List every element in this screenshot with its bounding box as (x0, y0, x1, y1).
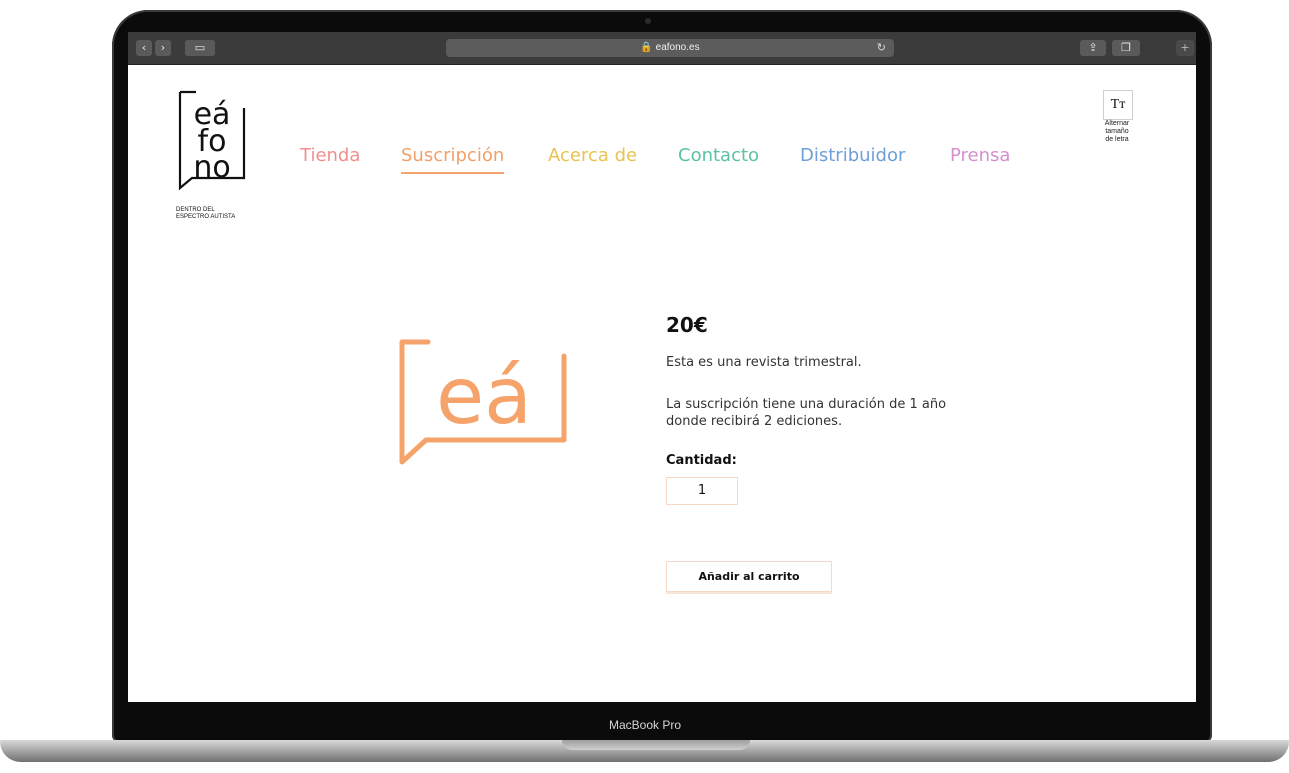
share-icon[interactable]: ⇪ (1080, 40, 1106, 56)
font-size-toggle-button[interactable]: Tт (1103, 90, 1133, 120)
url-text: 🔒 eafono.es (640, 42, 700, 53)
quantity-label: Cantidad: (666, 453, 737, 468)
svg-text:no: no (193, 150, 230, 185)
product-logo-text: eá (436, 352, 532, 442)
product-image: eá (399, 339, 567, 465)
font-size-toggle-label: Alternar tamaño de letra (1104, 120, 1130, 143)
chevron-right-icon[interactable]: › (155, 40, 171, 56)
plus-icon[interactable]: + (1176, 40, 1194, 56)
address-bar[interactable]: 🔒 eafono.es ↻ (446, 39, 894, 57)
product-description-2: La suscripción tiene una duración de 1 a… (666, 397, 947, 429)
add-to-cart-button[interactable]: Añadir al carrito (666, 561, 832, 592)
nav-suscripcion[interactable]: Suscripción (401, 145, 505, 174)
logo-tagline: DENTRO DEL ESPECTRO AUTISTA (176, 207, 236, 220)
product-description-1: Esta es una revista trimestral. (666, 355, 862, 370)
quantity-input[interactable]: 1 (666, 477, 738, 505)
site-logo[interactable]: eá fo no (176, 88, 248, 198)
product-price: 20€ (666, 313, 708, 337)
nav-contacto[interactable]: Contacto (678, 145, 759, 166)
browser-toolbar: ‹ › ▭ 🔒 eafono.es ↻ ⇪ ❐ + (128, 32, 1196, 65)
device-brand-label: MacBook Pro (608, 718, 682, 732)
reload-icon[interactable]: ↻ (877, 39, 886, 57)
chevron-left-icon[interactable]: ‹ (136, 40, 152, 56)
tabs-icon[interactable]: ❐ (1112, 40, 1140, 56)
laptop-notch (562, 740, 750, 750)
nav-acerca-de[interactable]: Acerca de (548, 145, 637, 166)
sidebar-icon[interactable]: ▭ (185, 40, 215, 56)
browser-screen: ‹ › ▭ 🔒 eafono.es ↻ ⇪ ❐ + eá fo no DENTR… (128, 32, 1196, 702)
lock-icon: 🔒 (640, 42, 653, 53)
nav-prensa[interactable]: Prensa (950, 145, 1010, 166)
nav-distribuidor[interactable]: Distribuidor (800, 145, 905, 166)
nav-tienda[interactable]: Tienda (300, 145, 360, 166)
camera-dot (645, 18, 651, 24)
